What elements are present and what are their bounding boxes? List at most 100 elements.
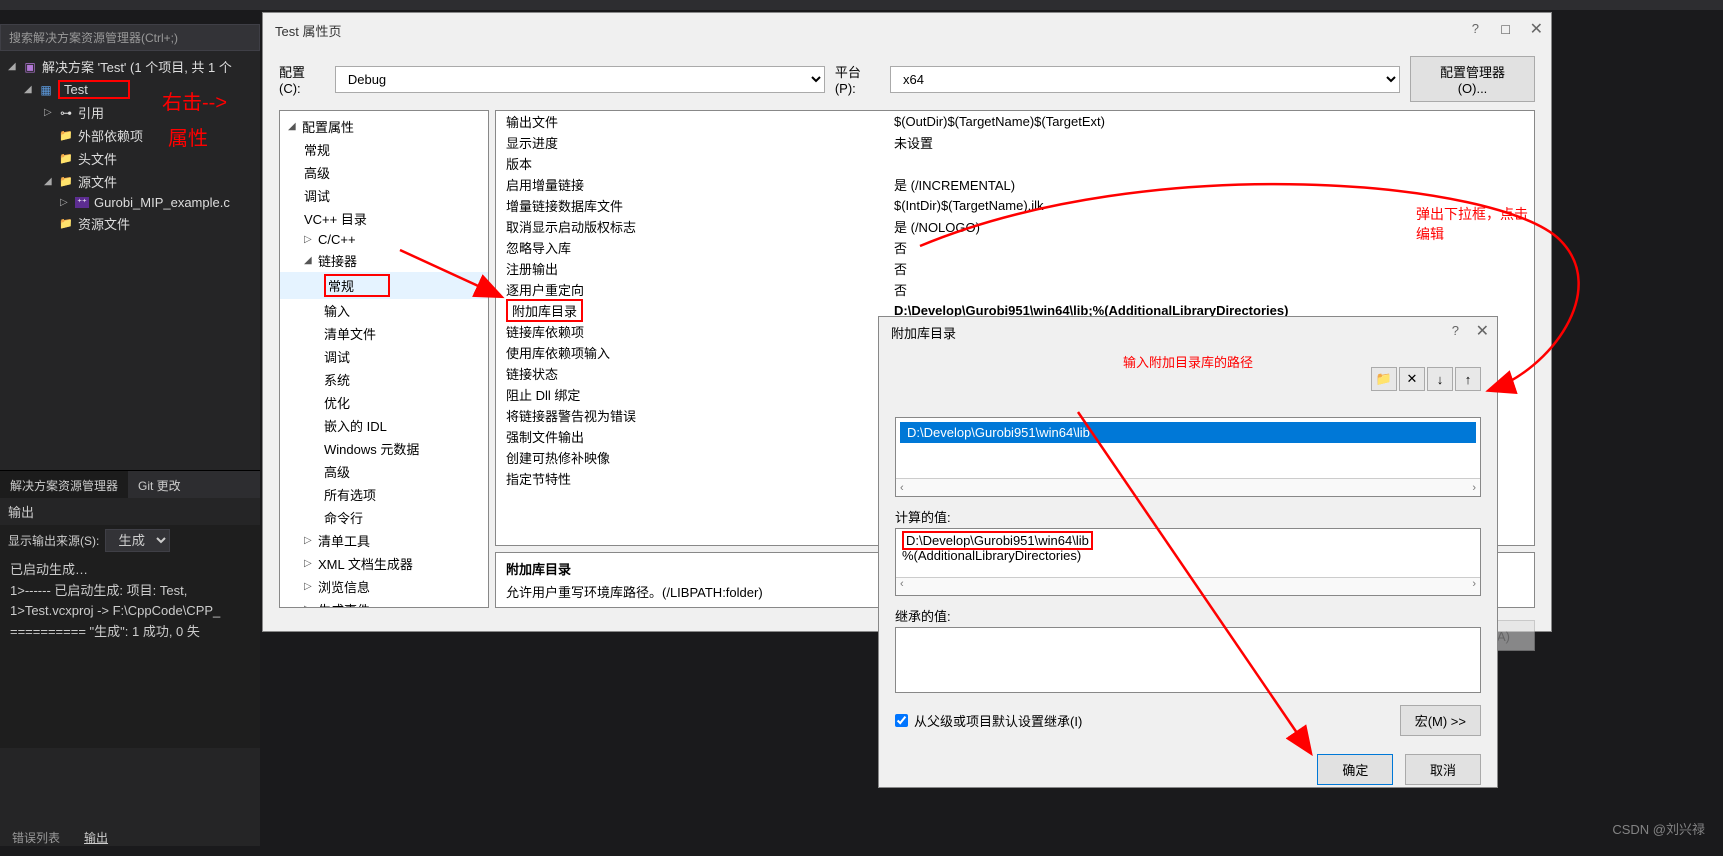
- bottom-tabs: 错误列表 输出: [0, 825, 120, 850]
- property-value[interactable]: 是 (/INCREMENTAL): [886, 175, 1534, 194]
- property-tree: ◢配置属性 常规 高级 调试 VC++ 目录 ▷C/C++ ◢链接器 常规 输入…: [279, 110, 489, 608]
- property-label: 使用库依赖项输入: [496, 343, 886, 362]
- output-filter-label: 显示输出来源(S):: [8, 532, 99, 549]
- ptree-linker-general[interactable]: 常规: [280, 272, 488, 299]
- maximize-icon[interactable]: ☐: [1500, 23, 1511, 37]
- annotation-dropdown-hint: 弹出下拉框，点击编辑: [1416, 204, 1528, 244]
- move-down-icon[interactable]: ↓: [1427, 367, 1453, 391]
- property-value[interactable]: 未设置: [886, 133, 1534, 152]
- delete-icon[interactable]: ✕: [1399, 367, 1425, 391]
- ptree-linker-system[interactable]: 系统: [280, 368, 488, 391]
- property-value[interactable]: 否: [886, 259, 1534, 278]
- output-filter-select[interactable]: 生成: [105, 529, 170, 552]
- sub-toolbar: 📁 ✕ ↓ ↑: [1371, 367, 1481, 391]
- property-row[interactable]: 忽略导入库否: [496, 237, 1534, 258]
- ptree-cpp[interactable]: ▷C/C++: [280, 230, 488, 249]
- property-label: 注册输出: [496, 259, 886, 278]
- property-row[interactable]: 输出文件$(OutDir)$(TargetName)$(TargetExt): [496, 111, 1534, 132]
- property-label: 附加库目录: [496, 299, 886, 322]
- dialog-title: Test 属性页: [263, 13, 1551, 48]
- new-folder-icon[interactable]: 📁: [1371, 367, 1397, 391]
- sources-node[interactable]: ◢源文件: [4, 170, 260, 193]
- source-file-node[interactable]: ▷Gurobi_MIP_example.c: [4, 193, 260, 212]
- property-row[interactable]: 逐用户重定向否: [496, 279, 1534, 300]
- ptree-general[interactable]: 常规: [280, 138, 488, 161]
- ptree-linker[interactable]: ◢链接器: [280, 249, 488, 272]
- property-label: 逐用户重定向: [496, 280, 886, 299]
- ptree-linker-embedidl[interactable]: 嵌入的 IDL: [280, 414, 488, 437]
- platform-label: 平台(P):: [835, 62, 880, 96]
- ptree-advanced[interactable]: 高级: [280, 161, 488, 184]
- computed-label: 计算的值:: [895, 507, 1481, 526]
- move-up-icon[interactable]: ↑: [1455, 367, 1481, 391]
- ptree-linker-debug[interactable]: 调试: [280, 345, 488, 368]
- solution-node[interactable]: ◢解决方案 'Test' (1 个项目, 共 1 个: [4, 55, 260, 78]
- property-label: 输出文件: [496, 112, 886, 131]
- config-manager-button[interactable]: 配置管理器(O)...: [1410, 56, 1535, 102]
- close-icon[interactable]: ✕: [1530, 19, 1543, 39]
- resources-node[interactable]: 资源文件: [4, 212, 260, 235]
- platform-select[interactable]: x64: [890, 66, 1400, 93]
- tab-output[interactable]: 输出: [72, 825, 120, 850]
- solution-tree: ◢解决方案 'Test' (1 个项目, 共 1 个 ◢Test ▷引用 外部依…: [0, 55, 260, 235]
- sub-close-icon[interactable]: ✕: [1476, 321, 1489, 341]
- ptree-linker-alloptions[interactable]: 所有选项: [280, 483, 488, 506]
- property-label: 链接状态: [496, 364, 886, 383]
- search-solution-input[interactable]: 搜索解决方案资源管理器(Ctrl+;): [0, 24, 260, 51]
- ptree-buildevents[interactable]: ▷生成事件: [280, 598, 488, 608]
- headers-node[interactable]: 头文件: [4, 147, 260, 170]
- property-row[interactable]: 增量链接数据库文件$(IntDir)$(TargetName).ilk: [496, 195, 1534, 216]
- config-select[interactable]: Debug: [335, 66, 825, 93]
- property-label: 将链接器警告视为错误: [496, 406, 886, 425]
- inherit-checkbox[interactable]: [895, 714, 908, 727]
- ptree-vcdirs[interactable]: VC++ 目录: [280, 207, 488, 230]
- inherit-checkbox-label[interactable]: 从父级或项目默认设置继承(I): [895, 711, 1082, 730]
- property-row[interactable]: 启用增量链接是 (/INCREMENTAL): [496, 174, 1534, 195]
- solution-label: 解决方案 'Test' (1 个项目, 共 1 个: [42, 57, 232, 76]
- tab-git-changes[interactable]: Git 更改: [128, 471, 191, 500]
- property-label: 忽略导入库: [496, 238, 886, 257]
- property-label: 增量链接数据库文件: [496, 196, 886, 215]
- ptree-browse[interactable]: ▷浏览信息: [280, 575, 488, 598]
- computed-values: D:\Develop\Gurobi951\win64\lib %(Additio…: [895, 528, 1481, 596]
- property-row[interactable]: 取消显示启动版权标志是 (/NOLOGO): [496, 216, 1534, 237]
- ptree-manifest-tool[interactable]: ▷清单工具: [280, 529, 488, 552]
- sub-cancel-button[interactable]: 取消: [1405, 754, 1481, 785]
- ptree-xmldoc[interactable]: ▷XML 文档生成器: [280, 552, 488, 575]
- external-deps-node[interactable]: 外部依赖项: [4, 124, 260, 147]
- property-row[interactable]: 显示进度未设置: [496, 132, 1534, 153]
- sub-help-icon[interactable]: ?: [1452, 323, 1459, 338]
- ptree-linker-cmdline[interactable]: 命令行: [280, 506, 488, 529]
- property-label: 链接库依赖项: [496, 322, 886, 341]
- tab-solution-explorer[interactable]: 解决方案资源管理器: [0, 471, 128, 500]
- ptree-linker-optimize[interactable]: 优化: [280, 391, 488, 414]
- property-label: 创建可热修补映像: [496, 448, 886, 467]
- output-title: 输出: [0, 498, 260, 525]
- property-row[interactable]: 注册输出否: [496, 258, 1534, 279]
- ptree-linker-manifest[interactable]: 清单文件: [280, 322, 488, 345]
- lib-dirs-list[interactable]: D:\Develop\Gurobi951\win64\lib ‹›: [895, 417, 1481, 497]
- ptree-linker-advanced[interactable]: 高级: [280, 460, 488, 483]
- lib-dir-entry[interactable]: D:\Develop\Gurobi951\win64\lib: [900, 422, 1476, 443]
- ptree-config-props[interactable]: ◢配置属性: [280, 115, 488, 138]
- property-row[interactable]: 版本: [496, 153, 1534, 174]
- ptree-linker-input[interactable]: 输入: [280, 299, 488, 322]
- property-value[interactable]: 否: [886, 280, 1534, 299]
- sub-ok-button[interactable]: 确定: [1317, 754, 1393, 785]
- annotation-properties: 属性: [168, 122, 208, 151]
- watermark: CSDN @刘兴禄: [1612, 819, 1705, 838]
- annotation-rightclick: 右击-->: [162, 86, 227, 115]
- property-value[interactable]: $(OutDir)$(TargetName)$(TargetExt): [886, 114, 1534, 129]
- additional-lib-dirs-dialog: 附加库目录 ? ✕ 输入附加目录库的路径 📁 ✕ ↓ ↑ D:\Develop\…: [878, 316, 1498, 788]
- property-label: 取消显示启动版权标志: [496, 217, 886, 236]
- property-label: 启用增量链接: [496, 175, 886, 194]
- ptree-debug[interactable]: 调试: [280, 184, 488, 207]
- help-icon[interactable]: ?: [1472, 21, 1479, 36]
- property-label: 强制文件输出: [496, 427, 886, 446]
- property-label: 显示进度: [496, 133, 886, 152]
- ptree-linker-winmeta[interactable]: Windows 元数据: [280, 437, 488, 460]
- output-panel: 输出 显示输出来源(S): 生成 已启动生成… 1>------ 已启动生成: …: [0, 498, 260, 748]
- macro-button[interactable]: 宏(M) >>: [1400, 705, 1481, 736]
- tab-error-list[interactable]: 错误列表: [0, 825, 72, 850]
- property-label: 阻止 Dll 绑定: [496, 385, 886, 404]
